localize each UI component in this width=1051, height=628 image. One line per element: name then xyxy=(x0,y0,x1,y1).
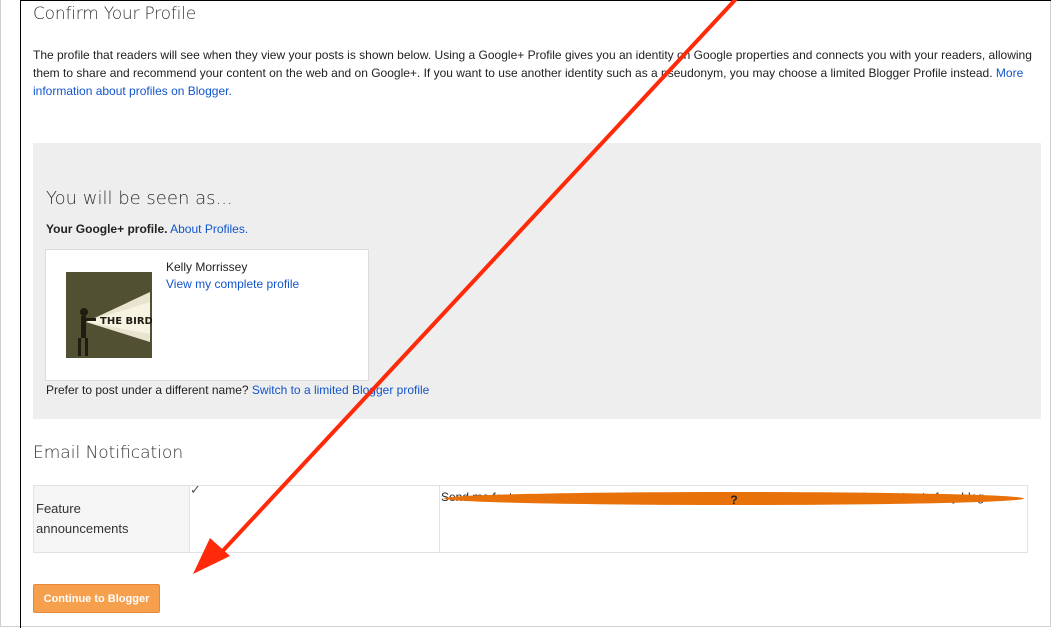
profile-card: THE BIRD Kelly Morrissey View my complet… xyxy=(45,249,369,381)
notification-label-cell: Feature announcements xyxy=(34,486,190,552)
help-icon[interactable]: ? xyxy=(444,492,1024,507)
notification-table: Feature announcements ✓ Send me feature … xyxy=(33,483,1028,553)
gplus-profile-line: Your Google+ profile. About Profiles. xyxy=(46,222,248,236)
intro-paragraph: The profile that readers will see when t… xyxy=(33,46,1033,100)
continue-to-blogger-button[interactable]: Continue to Blogger xyxy=(33,584,160,613)
feature-announcements-label: Feature announcements xyxy=(36,501,129,536)
gplus-profile-label: Your Google+ profile. xyxy=(46,222,168,236)
feature-announcements-checkbox[interactable]: ✓ xyxy=(190,483,203,496)
about-profiles-link[interactable]: About Profiles. xyxy=(170,222,248,236)
page-title: Confirm Your Profile xyxy=(33,4,196,24)
notification-description-cell: Send me feature announcements, advice an… xyxy=(440,486,1026,552)
avatar: THE BIRD xyxy=(66,272,152,358)
switch-profile-line: Prefer to post under a different name? S… xyxy=(46,383,429,397)
left-rule xyxy=(20,0,21,628)
profile-name: Kelly Morrissey xyxy=(166,260,248,274)
prefer-text: Prefer to post under a different name? xyxy=(46,383,249,397)
profile-panel: You will be seen as... Your Google+ prof… xyxy=(33,143,1041,419)
intro-text: The profile that readers will see when t… xyxy=(33,48,1032,80)
view-profile-link[interactable]: View my complete profile xyxy=(166,277,299,291)
seen-as-heading: You will be seen as... xyxy=(46,188,233,209)
feature-announcements-description: Send me feature announcements, advice an… xyxy=(441,489,1024,507)
email-notification-heading: Email Notification xyxy=(33,443,184,463)
switch-profile-link[interactable]: Switch to a limited Blogger profile xyxy=(252,383,429,397)
avatar-logo-text: THE BIRD xyxy=(100,316,152,327)
avatar-image: THE BIRD xyxy=(66,272,152,358)
notification-checkbox-cell: ✓ xyxy=(190,483,440,552)
top-rule xyxy=(20,0,1051,1)
